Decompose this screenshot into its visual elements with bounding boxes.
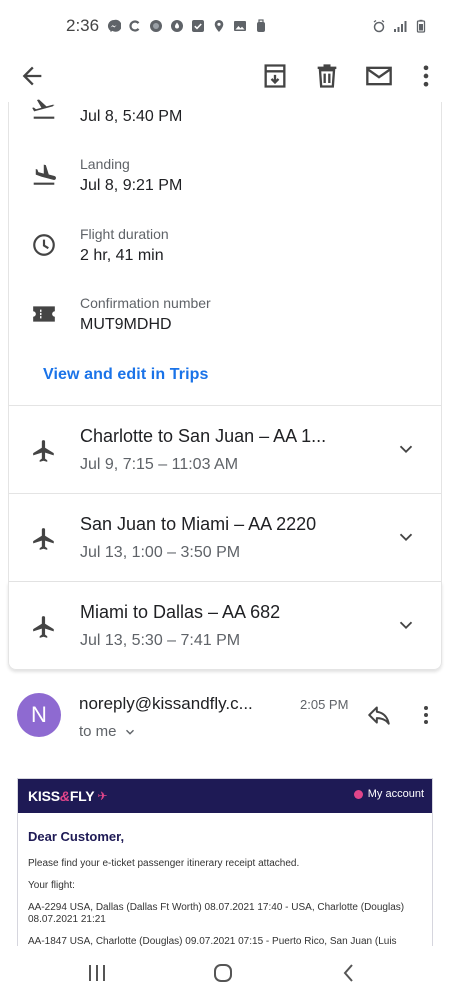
view-edit-trips-link[interactable]: View and edit in Trips bbox=[43, 366, 209, 384]
flight-line: AA-2294 USA, Dallas (Dallas Ft Worth) 08… bbox=[28, 902, 405, 925]
system-status-icons bbox=[372, 19, 428, 33]
email-header: N noreply@kissandfly.c... 2:05 PM to me bbox=[0, 690, 450, 754]
more-options-icon[interactable] bbox=[414, 702, 438, 728]
c-app-icon bbox=[129, 20, 140, 32]
email-content: Dear Customer, Please find your e-ticket… bbox=[18, 813, 432, 948]
mark-unread-icon[interactable] bbox=[365, 62, 393, 90]
logo-fly: FLY bbox=[69, 788, 95, 804]
logo-amp: & bbox=[59, 788, 70, 804]
chevron-down-icon bbox=[125, 729, 134, 735]
home-icon[interactable] bbox=[212, 962, 234, 984]
brand-header: KISS & FLY ✈ My account bbox=[18, 779, 432, 813]
segment-title: San Juan to Miami – AA 2220 bbox=[80, 514, 317, 534]
chevron-down-icon[interactable] bbox=[395, 614, 417, 636]
plane-icon bbox=[33, 528, 54, 550]
plane-logo-icon: ✈ bbox=[97, 789, 108, 803]
plane-icon bbox=[33, 616, 54, 638]
duration-value: 2 hr, 41 min bbox=[80, 247, 164, 264]
landing-label: Landing bbox=[80, 156, 130, 172]
segment-time: Jul 13, 5:30 – 7:41 PM bbox=[80, 632, 241, 649]
landing-time: Jul 8, 9:21 PM bbox=[80, 177, 183, 194]
alarm-icon bbox=[373, 19, 385, 33]
segment-title: Charlotte to San Juan – AA 1... bbox=[80, 426, 327, 446]
flight-segment[interactable]: Miami to Dallas – AA 682 Jul 13, 5:30 – … bbox=[8, 582, 442, 670]
back-arrow-icon[interactable] bbox=[18, 62, 46, 90]
clock-icon bbox=[33, 234, 55, 256]
image-icon bbox=[234, 21, 247, 31]
segment-title: Miami to Dallas – AA 682 bbox=[80, 602, 281, 622]
recent-apps-icon[interactable] bbox=[86, 962, 108, 984]
chevron-down-icon[interactable] bbox=[395, 438, 417, 460]
departure-time: Jul 8, 5:40 PM bbox=[80, 108, 183, 125]
confirmation-number: MUT9MDHD bbox=[80, 316, 172, 333]
more-options-icon[interactable] bbox=[412, 62, 440, 90]
email-body: KISS & FLY ✈ My account Dear Customer, P… bbox=[17, 778, 433, 974]
sender-address[interactable]: noreply@kissandfly.c... bbox=[79, 694, 253, 714]
reply-icon[interactable] bbox=[366, 702, 392, 728]
flight-segment[interactable]: San Juan to Miami – AA 2220 Jul 13, 1:00… bbox=[8, 494, 442, 582]
kissandfly-logo[interactable]: KISS & FLY ✈ bbox=[28, 788, 107, 804]
email-time: 2:05 PM bbox=[300, 697, 349, 712]
circle-app-icon bbox=[150, 20, 163, 32]
signal-icon bbox=[394, 21, 407, 32]
confirmation-label: Confirmation number bbox=[80, 295, 211, 311]
status-bar: 2:36 bbox=[0, 0, 450, 52]
email-paragraph: Please find your e-ticket passenger itin… bbox=[28, 858, 300, 869]
my-account-link[interactable]: My account bbox=[353, 788, 424, 800]
messenger-icon bbox=[108, 19, 122, 32]
app-bar bbox=[0, 52, 450, 102]
segment-time: Jul 9, 7:15 – 11:03 AM bbox=[80, 456, 239, 473]
archive-icon[interactable] bbox=[261, 62, 289, 90]
recipients-toggle[interactable]: to me bbox=[79, 723, 137, 740]
battery-icon bbox=[416, 19, 426, 33]
chevron-down-icon[interactable] bbox=[395, 526, 417, 548]
ticket-icon bbox=[33, 306, 55, 322]
user-icon bbox=[353, 789, 363, 799]
location-icon bbox=[214, 20, 224, 32]
landing-icon bbox=[33, 164, 57, 185]
my-account-label: My account bbox=[367, 788, 424, 800]
recipients-label: to me bbox=[79, 723, 117, 740]
takeoff-icon bbox=[32, 99, 55, 119]
delete-icon[interactable] bbox=[313, 62, 341, 90]
luggage-icon bbox=[257, 19, 266, 32]
segment-time: Jul 13, 1:00 – 3:50 PM bbox=[80, 544, 241, 561]
checkbox-icon bbox=[192, 20, 205, 32]
flight-details-card: Jul 8, 5:40 PM Landing Jul 8, 9:21 PM Fl… bbox=[8, 99, 442, 406]
duration-label: Flight duration bbox=[80, 226, 169, 242]
greeting: Dear Customer, bbox=[28, 829, 125, 844]
flight-segment[interactable]: Charlotte to San Juan – AA 1... Jul 9, 7… bbox=[8, 406, 442, 494]
avatar[interactable]: N bbox=[17, 693, 61, 737]
logo-kiss: KISS bbox=[28, 788, 60, 804]
back-nav-icon[interactable] bbox=[338, 962, 360, 984]
drop-app-icon bbox=[171, 20, 184, 32]
system-nav-bar bbox=[0, 946, 450, 1000]
plane-icon bbox=[33, 440, 54, 462]
email-paragraph: Your flight: bbox=[28, 880, 75, 891]
notification-icons bbox=[107, 19, 268, 33]
status-time: 2:36 bbox=[66, 16, 100, 35]
